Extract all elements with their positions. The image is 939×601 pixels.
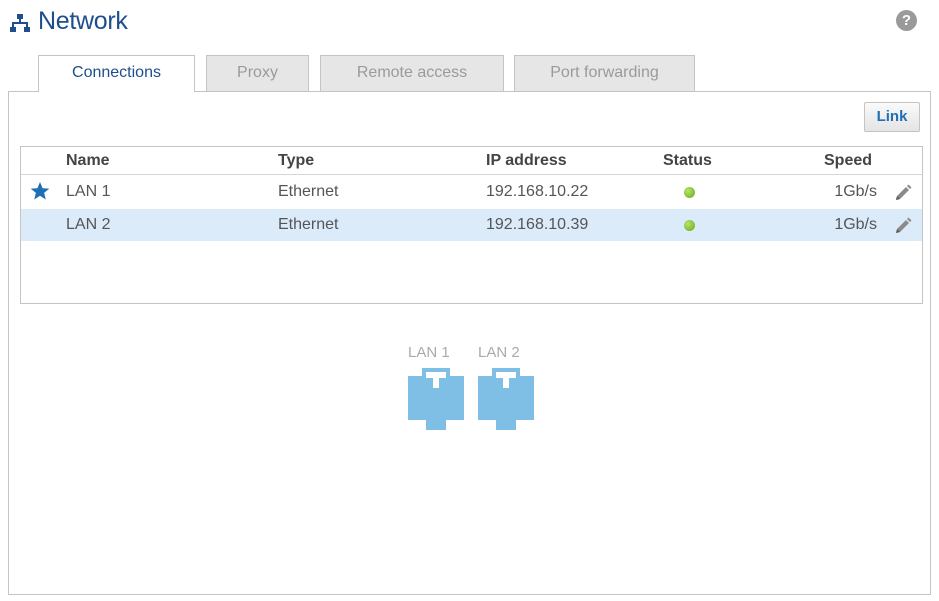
column-header-type[interactable]: Type <box>278 152 314 170</box>
port-label-lan-2: LAN 2 <box>478 344 520 361</box>
page-title: Network <box>38 7 128 35</box>
cell-type: Ethernet <box>278 216 339 233</box>
cell-type: Ethernet <box>278 183 339 200</box>
connections-panel: Link Name Type IP address Status Speed L… <box>8 91 931 595</box>
status-indicator <box>684 187 695 198</box>
column-header-ip-address[interactable]: IP address <box>486 152 567 170</box>
cell-speed: 1Gb/s <box>834 183 877 200</box>
port-label-lan-1: LAN 1 <box>408 344 450 361</box>
connections-table: Name Type IP address Status Speed LAN 1 … <box>20 146 923 304</box>
cell-name: LAN 2 <box>66 216 111 233</box>
link-button[interactable]: Link <box>864 102 920 132</box>
tab-connections[interactable]: Connections <box>38 55 195 92</box>
column-header-speed[interactable]: Speed <box>824 152 872 170</box>
table-row[interactable]: LAN 1 Ethernet 192.168.10.22 1Gb/s <box>21 176 922 208</box>
cell-ip-address: 192.168.10.22 <box>486 183 589 200</box>
column-header-status[interactable]: Status <box>663 152 712 170</box>
column-header-name[interactable]: Name <box>66 152 110 170</box>
pencil-icon[interactable] <box>893 215 913 235</box>
pencil-icon[interactable] <box>893 182 913 202</box>
network-icon <box>10 14 30 32</box>
tab-proxy[interactable]: Proxy <box>206 55 309 91</box>
cell-name: LAN 1 <box>66 183 111 200</box>
page-header: Network ? <box>8 4 923 40</box>
help-icon[interactable]: ? <box>896 10 917 31</box>
status-indicator <box>684 220 695 231</box>
table-row[interactable]: LAN 2 Ethernet 192.168.10.39 1Gb/s <box>21 209 922 241</box>
tab-port-forwarding[interactable]: Port forwarding <box>514 55 695 91</box>
star-icon <box>30 182 50 200</box>
ethernet-port-icon[interactable] <box>408 368 464 430</box>
table-header: Name Type IP address Status Speed <box>21 147 922 175</box>
ethernet-port-icon[interactable] <box>478 368 534 430</box>
cell-ip-address: 192.168.10.39 <box>486 216 589 233</box>
cell-speed: 1Gb/s <box>834 216 877 233</box>
tab-remote-access[interactable]: Remote access <box>320 55 504 91</box>
